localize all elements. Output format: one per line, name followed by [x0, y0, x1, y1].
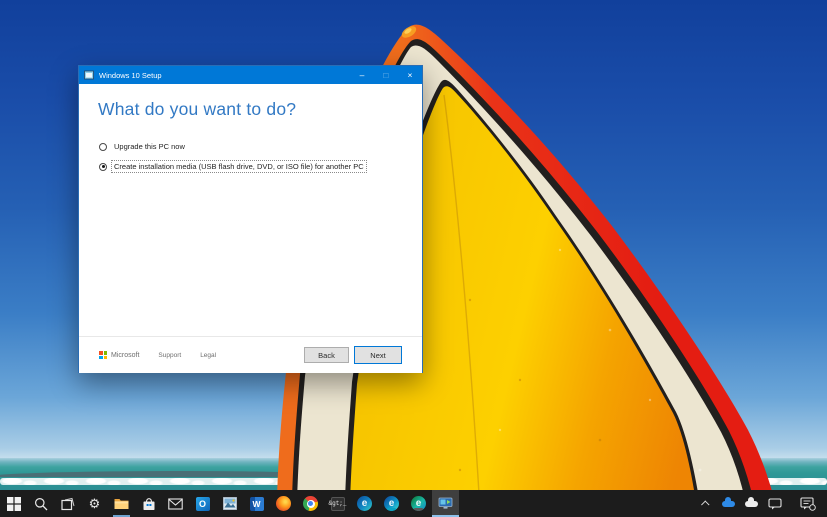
- next-button[interactable]: Next: [354, 346, 402, 364]
- edge-beta-button[interactable]: e: [378, 490, 405, 517]
- taskbar: ⚙ O: [0, 490, 827, 517]
- terminal-icon: &gt;_: [331, 497, 345, 511]
- word-button[interactable]: W: [243, 490, 270, 517]
- windows10-setup-window: Windows 10 Setup – □ × What do you want …: [78, 65, 423, 373]
- outlook-button[interactable]: O: [189, 490, 216, 517]
- page-title: What do you want to do?: [98, 99, 296, 120]
- option-create-installation-media[interactable]: Create installation media (USB flash dri…: [99, 160, 367, 173]
- terminal-button[interactable]: &gt;_: [324, 490, 351, 517]
- edge-icon: e: [357, 496, 372, 511]
- settings-button[interactable]: ⚙: [81, 490, 108, 517]
- desktop: Windows 10 Setup – □ × What do you want …: [0, 0, 827, 517]
- option-label: Create installation media (USB flash dri…: [111, 160, 367, 173]
- file-explorer-button[interactable]: [108, 490, 135, 517]
- option-upgrade-this-pc[interactable]: Upgrade this PC now: [99, 140, 367, 153]
- meet-now-button[interactable]: [763, 490, 786, 517]
- photos-icon: [223, 497, 237, 510]
- firefox-icon: [276, 496, 291, 511]
- task-view-button[interactable]: [54, 490, 81, 517]
- close-button[interactable]: ×: [398, 66, 422, 84]
- edge-button[interactable]: e: [351, 490, 378, 517]
- microsoft-brand-label: Microsoft: [111, 352, 139, 359]
- mail-button[interactable]: [162, 490, 189, 517]
- speech-bubble-icon: [768, 498, 782, 510]
- store-bag-icon: [142, 497, 156, 511]
- edge-beta-icon: e: [384, 496, 399, 511]
- radio-unselected-icon[interactable]: [99, 143, 107, 151]
- dialog-body: What do you want to do? Upgrade this PC …: [79, 84, 422, 373]
- radio-selected-icon[interactable]: [99, 163, 107, 171]
- action-center-button[interactable]: [796, 490, 819, 517]
- edge-dev-button[interactable]: e: [405, 490, 432, 517]
- word-icon: W: [250, 497, 264, 511]
- option-label: Upgrade this PC now: [111, 140, 188, 153]
- chevron-up-icon: [701, 500, 709, 508]
- outlook-icon: O: [196, 497, 210, 511]
- onedrive-blue-cloud-icon: [722, 501, 735, 507]
- chrome-button[interactable]: [297, 490, 324, 517]
- window-titlebar[interactable]: Windows 10 Setup – □ ×: [79, 66, 422, 84]
- minimize-button[interactable]: –: [350, 66, 374, 84]
- windows-logo-icon: [7, 497, 21, 511]
- file-explorer-icon: [114, 497, 129, 510]
- photos-button[interactable]: [216, 490, 243, 517]
- windows10-setup-taskbar-button[interactable]: [432, 490, 459, 517]
- firefox-button[interactable]: [270, 490, 297, 517]
- window-title: Windows 10 Setup: [99, 71, 162, 80]
- gear-icon: ⚙: [89, 497, 101, 510]
- onedrive-personal-button[interactable]: [717, 490, 740, 517]
- start-button[interactable]: [0, 490, 27, 517]
- windows10-setup-app-icon: [438, 497, 453, 510]
- back-button[interactable]: Back: [304, 347, 349, 363]
- microsoft-store-button[interactable]: [135, 490, 162, 517]
- task-view-icon: [61, 497, 75, 511]
- search-icon: [34, 497, 48, 511]
- action-center-icon: [800, 497, 816, 511]
- maximize-button: □: [374, 66, 398, 84]
- chrome-icon: [303, 496, 318, 511]
- onedrive-white-cloud-icon: [745, 501, 758, 507]
- legal-link[interactable]: Legal: [200, 352, 216, 359]
- edge-dev-icon: e: [411, 496, 426, 511]
- search-button[interactable]: [27, 490, 54, 517]
- mail-icon: [168, 498, 183, 510]
- system-tray: [694, 490, 827, 517]
- onedrive-button[interactable]: [740, 490, 763, 517]
- window-icon: [84, 70, 94, 80]
- microsoft-logo-icon: [99, 351, 107, 359]
- hidden-icons-button[interactable]: [694, 490, 717, 517]
- support-link[interactable]: Support: [158, 352, 181, 359]
